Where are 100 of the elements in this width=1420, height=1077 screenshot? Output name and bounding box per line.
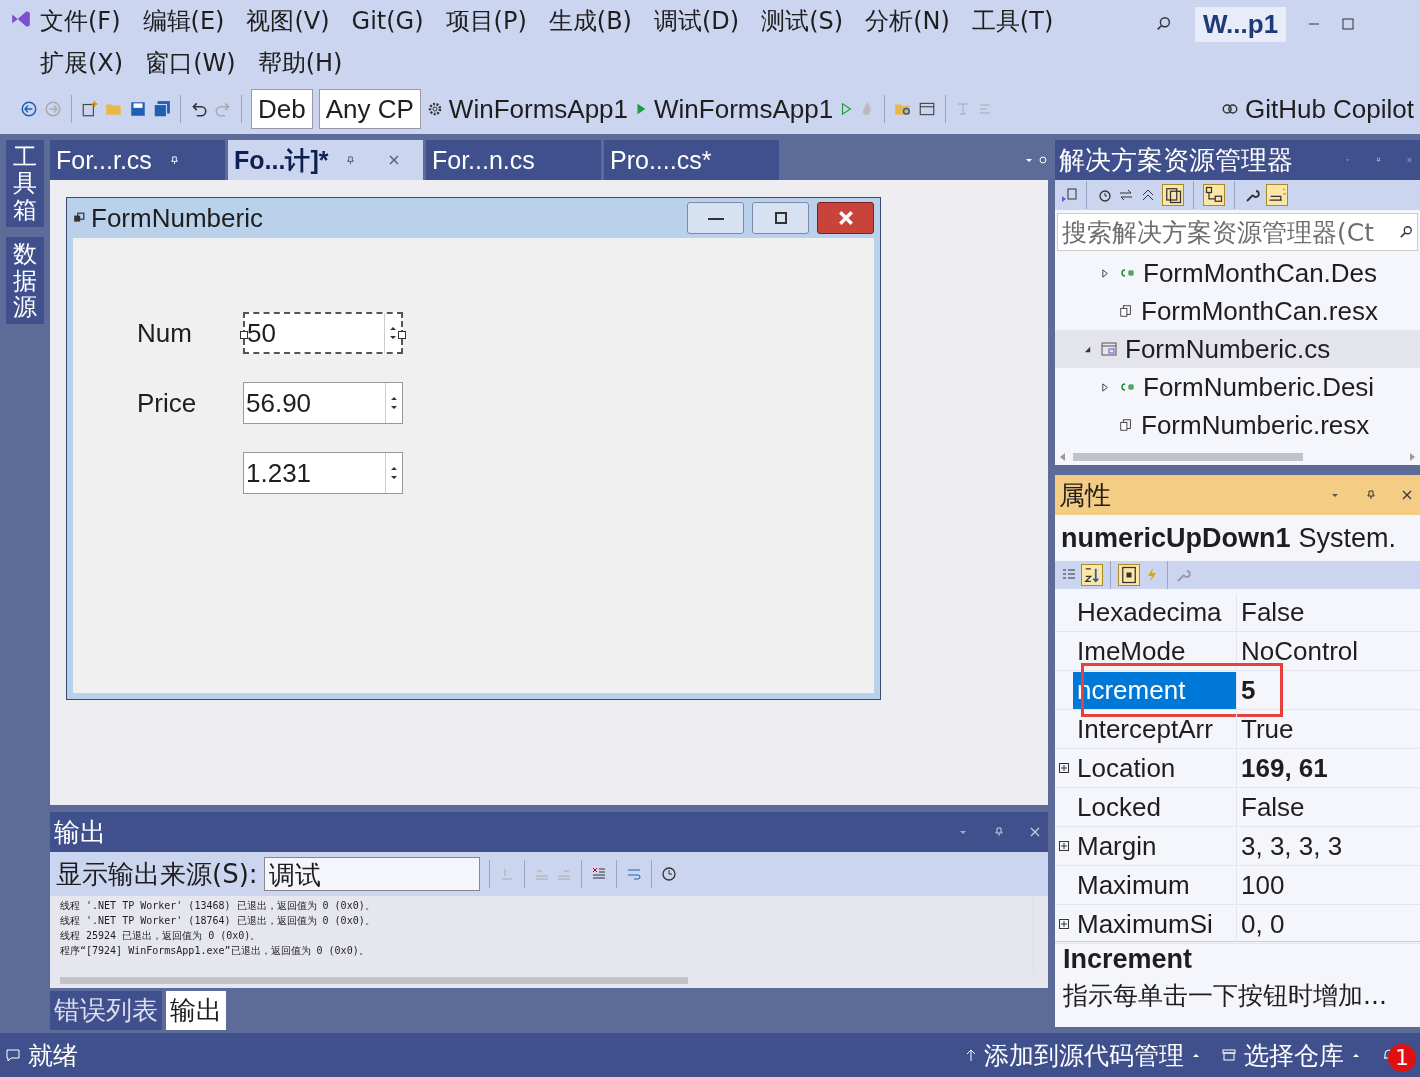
show-all-files-icon[interactable]: [1162, 184, 1184, 206]
scroll-left-icon[interactable]: [1059, 452, 1067, 462]
side-tab[interactable]: 数据源: [6, 237, 44, 325]
menu-item[interactable]: 扩展(X): [40, 42, 124, 84]
menu-item[interactable]: 窗口(W): [145, 42, 236, 84]
new-project-icon[interactable]: [81, 100, 99, 118]
close-icon[interactable]: [389, 155, 400, 165]
menu-item[interactable]: 编辑(E): [142, 0, 225, 42]
property-value[interactable]: 0, 0: [1237, 908, 1285, 940]
menu-item[interactable]: 文件(F): [40, 0, 121, 42]
class-view-icon[interactable]: [1203, 184, 1225, 206]
tab-menu-icon[interactable]: [1024, 155, 1048, 165]
menu-item[interactable]: 分析(N): [865, 0, 950, 42]
expand-arrow-icon[interactable]: [1100, 268, 1110, 278]
save-icon[interactable]: [129, 100, 147, 118]
property-name[interactable]: Maximum: [1073, 866, 1237, 904]
menu-item[interactable]: 视图(V): [246, 0, 330, 42]
clock-icon[interactable]: [660, 866, 677, 882]
scrollbar-thumb[interactable]: [1073, 453, 1303, 461]
side-tab[interactable]: 工具箱: [6, 140, 44, 228]
menu-item[interactable]: 项目(P): [445, 0, 527, 42]
tree-item[interactable]: FormMonthCan.Des: [1055, 254, 1420, 292]
maximize-icon[interactable]: [1342, 18, 1355, 30]
property-value[interactable]: 169, 61: [1237, 752, 1328, 784]
undo-icon[interactable]: [190, 100, 208, 118]
numeric-spin-field[interactable]: 50: [243, 312, 403, 354]
expand-arrow-icon[interactable]: [1100, 382, 1110, 392]
property-name[interactable]: ImeMode: [1073, 632, 1237, 670]
expand-icon[interactable]: [1059, 841, 1069, 851]
property-value[interactable]: NoControl: [1237, 635, 1359, 667]
maximize-button[interactable]: [752, 202, 809, 234]
property-value[interactable]: 3, 3, 3, 3: [1237, 830, 1343, 862]
property-value[interactable]: False: [1237, 791, 1305, 823]
editor-tab[interactable]: Pro....cs*: [604, 140, 779, 180]
platform-dropdown[interactable]: Any CP: [318, 89, 421, 129]
select-repository-button[interactable]: 选择仓库: [1244, 1038, 1344, 1072]
startup-project-dropdown[interactable]: WinFormsApp1: [448, 93, 628, 125]
resize-handle[interactable]: [240, 331, 248, 339]
menu-item[interactable]: 调试(D): [654, 0, 740, 42]
properties-page-icon[interactable]: [1118, 564, 1140, 586]
menu-item[interactable]: 生成(B): [548, 0, 632, 42]
add-to-source-control-button[interactable]: 添加到源代码管理: [984, 1038, 1184, 1072]
expand-icon[interactable]: [1059, 763, 1069, 773]
numeric-spin-field[interactable]: 1.231: [243, 452, 403, 494]
configuration-dropdown[interactable]: Deb: [251, 89, 313, 129]
copilot-button[interactable]: GitHub Copilot: [1244, 93, 1414, 125]
play-outline-icon[interactable]: [839, 102, 854, 116]
property-value[interactable]: 100: [1237, 869, 1285, 901]
pin-icon[interactable]: [1376, 155, 1381, 165]
property-name[interactable]: Locked: [1073, 788, 1237, 826]
pin-icon[interactable]: [169, 155, 179, 165]
property-value[interactable]: False: [1237, 596, 1305, 628]
sync-icon[interactable]: [1118, 187, 1134, 203]
editor-tab[interactable]: For...r.cs: [50, 140, 225, 180]
property-value[interactable]: 5: [1237, 674, 1256, 706]
numeric-spin-field[interactable]: 56.90: [243, 382, 403, 424]
menu-item[interactable]: 测试(S): [761, 0, 844, 42]
menu-item[interactable]: 工具(T): [971, 0, 1054, 42]
property-name[interactable]: Margin: [1073, 827, 1237, 865]
expand-icon[interactable]: [1059, 919, 1069, 929]
collapse-arrow-icon[interactable]: [1082, 344, 1092, 354]
panel-tab[interactable]: 错误列表: [50, 991, 162, 1030]
window-icon[interactable]: [918, 100, 937, 118]
collapse-icon[interactable]: [1140, 187, 1156, 203]
preview-icon[interactable]: [1266, 184, 1288, 206]
close-button[interactable]: [817, 202, 874, 234]
back-icon[interactable]: [20, 100, 38, 118]
resize-handle[interactable]: [398, 331, 406, 339]
solution-icon[interactable]: [1061, 187, 1077, 203]
source-dropdown[interactable]: 调试: [263, 857, 480, 891]
property-name[interactable]: InterceptArr: [1073, 710, 1237, 748]
editor-tab[interactable]: For...n.cs: [426, 140, 601, 180]
start-debugging-button[interactable]: WinFormsApp1: [654, 93, 834, 125]
tree-item[interactable]: FormNumberic.resx: [1055, 406, 1420, 444]
search-field[interactable]: 搜索解决方案资源管理器(Ct: [1057, 213, 1418, 251]
scroll-right-icon[interactable]: [1408, 452, 1416, 462]
solution-name-badge[interactable]: W...p1: [1195, 6, 1287, 42]
sort-alphabetical-icon[interactable]: [1081, 564, 1103, 586]
search-icon[interactable]: [1155, 15, 1173, 33]
tree-item[interactable]: FormNumberic.cs: [1055, 330, 1420, 368]
panel-tab[interactable]: 输出: [166, 991, 226, 1030]
property-name[interactable]: Hexadecima: [1073, 593, 1237, 631]
caret-icon[interactable]: [1352, 1051, 1360, 1059]
property-name[interactable]: MaximumSi: [1073, 905, 1237, 943]
property-name[interactable]: Location: [1073, 749, 1237, 787]
caret-icon[interactable]: [1192, 1051, 1200, 1059]
menu-item[interactable]: 帮助(H): [257, 42, 343, 84]
property-value[interactable]: True: [1237, 713, 1294, 745]
minimize-button[interactable]: [687, 202, 744, 234]
tree-item[interactable]: FormMonthCan.resx: [1055, 292, 1420, 330]
history-icon[interactable]: [1096, 187, 1112, 203]
tree-item[interactable]: FormNumberic.Desi: [1055, 368, 1420, 406]
pin-icon[interactable]: [1366, 490, 1376, 500]
save-all-icon[interactable]: [153, 100, 171, 118]
scrollbar-thumb[interactable]: [60, 977, 688, 984]
clear-all-icon[interactable]: [590, 866, 607, 882]
menu-item[interactable]: Git(G): [351, 0, 424, 42]
close-icon[interactable]: [1402, 490, 1412, 500]
editor-tab[interactable]: Fo...计]*: [228, 140, 423, 180]
pin-icon[interactable]: [346, 155, 356, 165]
